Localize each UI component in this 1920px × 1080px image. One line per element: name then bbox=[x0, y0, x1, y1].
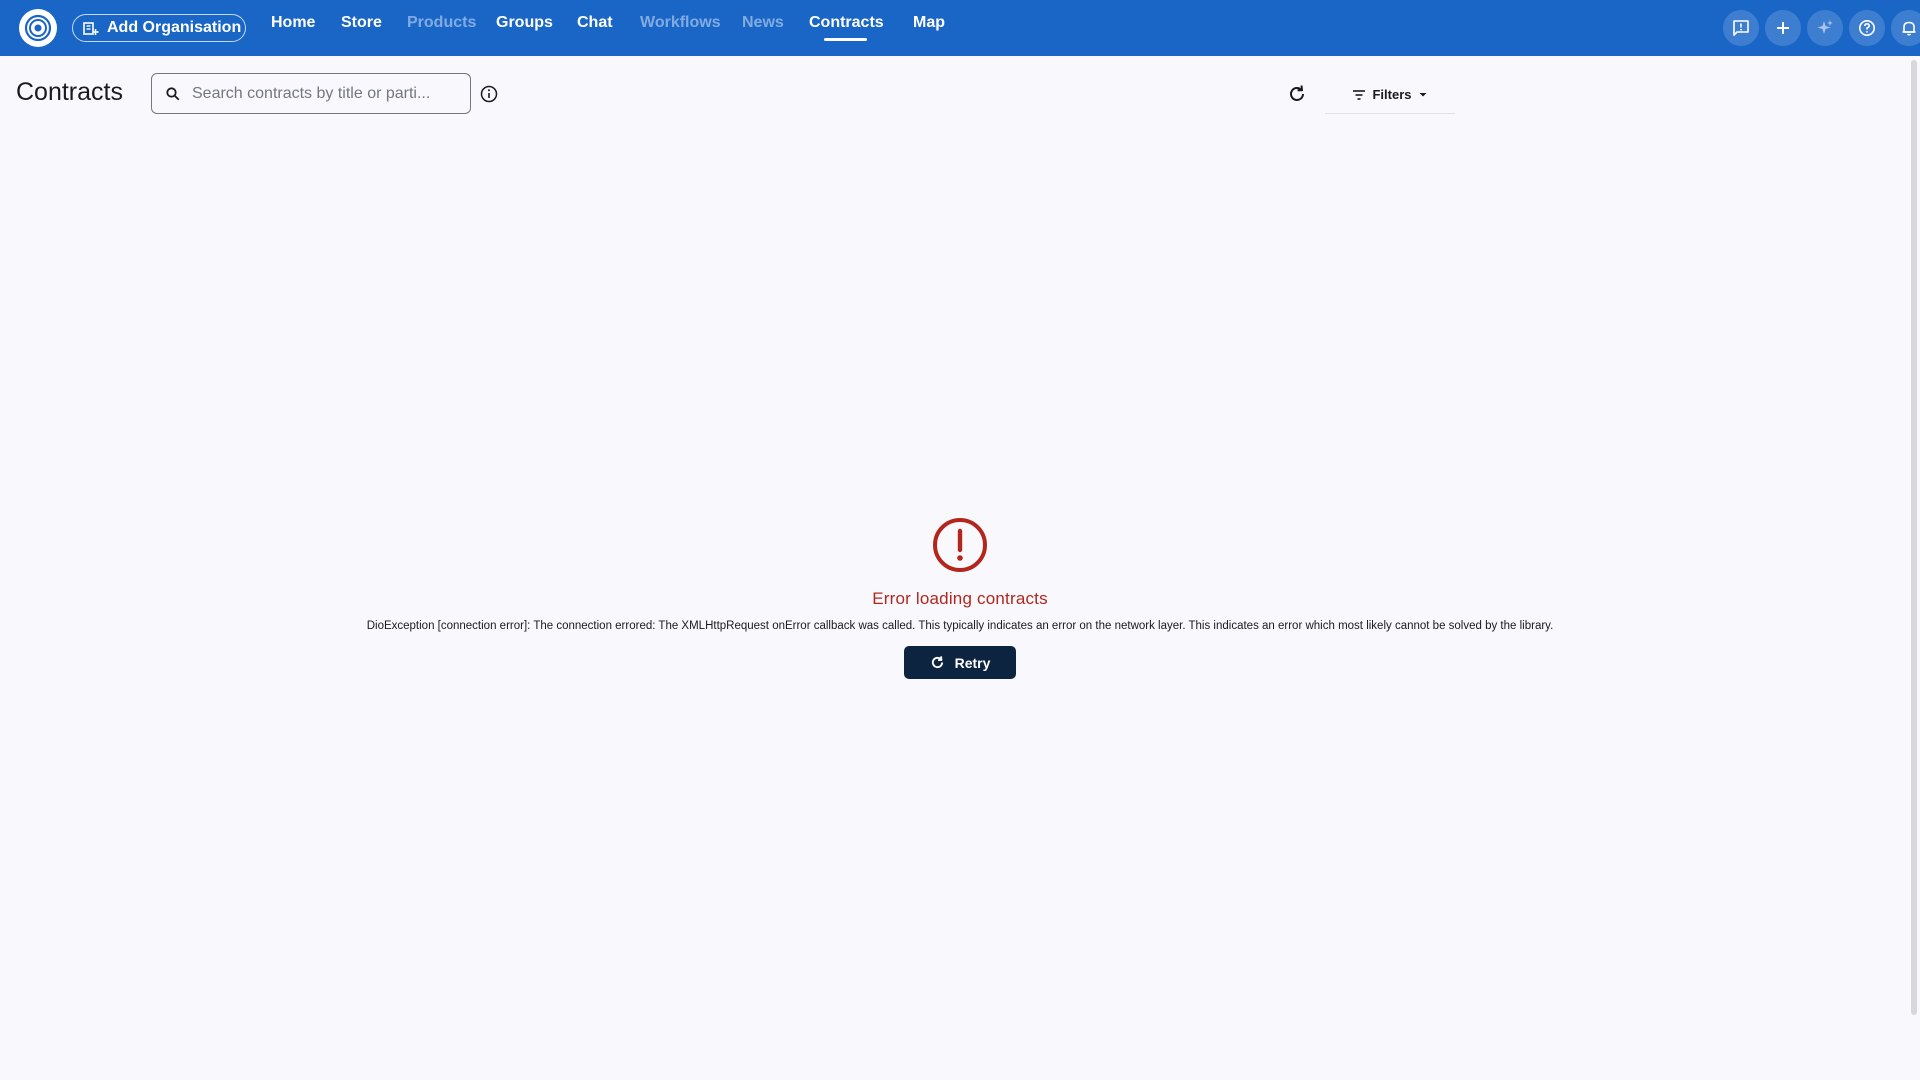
nav-news[interactable]: News bbox=[742, 14, 784, 32]
refresh-icon[interactable] bbox=[1286, 83, 1308, 105]
filter-icon bbox=[1353, 89, 1366, 100]
filters-label: Filters bbox=[1372, 87, 1412, 102]
help-icon[interactable] bbox=[1849, 10, 1885, 46]
search-icon bbox=[166, 86, 180, 100]
info-icon[interactable] bbox=[479, 84, 499, 104]
nav-chat[interactable]: Chat bbox=[577, 14, 613, 32]
add-organisation-label: Add Organisation bbox=[107, 19, 242, 36]
plus-icon[interactable] bbox=[1765, 10, 1801, 46]
filters-dropdown[interactable]: Filters bbox=[1325, 76, 1455, 114]
nav-store[interactable]: Store bbox=[341, 14, 382, 32]
search-input[interactable] bbox=[192, 84, 452, 103]
sparkle-icon[interactable] bbox=[1807, 10, 1843, 46]
top-app-bar: Add Organisation Home Store Products Gro… bbox=[0, 0, 1920, 56]
bell-icon[interactable] bbox=[1891, 10, 1920, 46]
nav-workflows[interactable]: Workflows bbox=[640, 14, 721, 32]
refresh-icon bbox=[931, 656, 943, 669]
nav-map[interactable]: Map bbox=[913, 14, 945, 32]
nav-products[interactable]: Products bbox=[407, 14, 476, 32]
nav-home[interactable]: Home bbox=[271, 14, 315, 32]
building-add-icon bbox=[83, 22, 99, 35]
page-title: Contracts bbox=[16, 78, 123, 106]
nav-contracts[interactable]: Contracts bbox=[809, 14, 884, 32]
error-state: Error loading contracts DioException [co… bbox=[0, 517, 1920, 679]
retry-button[interactable]: Retry bbox=[904, 646, 1016, 679]
app-logo-icon[interactable] bbox=[19, 9, 57, 47]
retry-label: Retry bbox=[954, 654, 991, 671]
caret-down-icon bbox=[1419, 92, 1426, 96]
nav-groups[interactable]: Groups bbox=[496, 14, 553, 32]
active-tab-indicator bbox=[824, 38, 867, 41]
error-message: DioException [connection error]: The con… bbox=[366, 620, 1554, 632]
add-organisation-button[interactable]: Add Organisation bbox=[72, 14, 246, 42]
feedback-icon[interactable] bbox=[1723, 10, 1759, 46]
error-title: Error loading contracts bbox=[872, 589, 1048, 608]
scrollbar[interactable] bbox=[1911, 60, 1917, 1015]
search-box bbox=[151, 73, 471, 114]
error-icon bbox=[933, 518, 987, 572]
